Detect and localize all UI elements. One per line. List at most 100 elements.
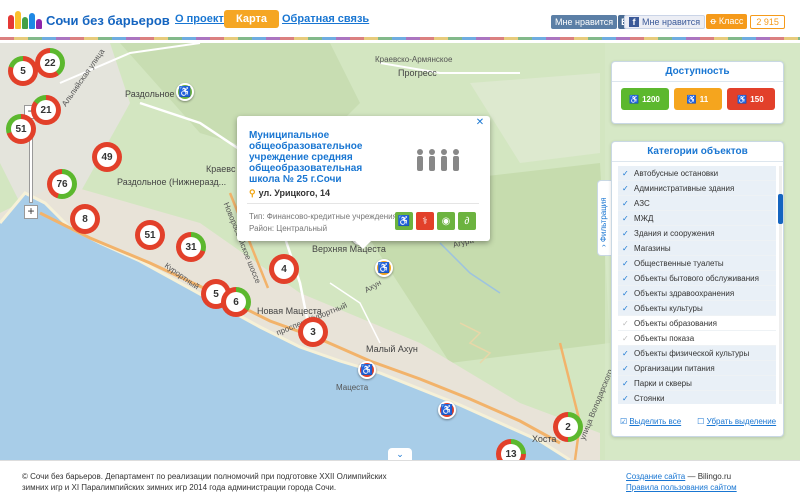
map-label-razdol-niz: Раздольное (Нижнеразд...: [117, 177, 227, 187]
category-item[interactable]: ✓ АЗС: [618, 196, 776, 211]
wheelchair-icon: ♿: [686, 94, 697, 104]
walker-icon: ⚕: [416, 212, 434, 230]
category-item[interactable]: ✓ Организации питания: [618, 361, 776, 376]
access-full-button[interactable]: ♿ 1200: [620, 88, 669, 110]
map-cluster[interactable]: 4: [269, 254, 299, 284]
map-label-matsesta: Мацеста: [336, 383, 369, 392]
ok-class-label: ꝋ Класс: [706, 14, 748, 29]
category-item[interactable]: ✓ Объекты физической культуры: [618, 346, 776, 361]
popup-type: Тип: Финансово-кредитные учреждения: [249, 212, 397, 221]
header-stripe: [0, 37, 800, 40]
map-cluster[interactable]: 51: [6, 114, 36, 144]
category-item[interactable]: ✓ Магазины: [618, 241, 776, 256]
map-cluster[interactable]: 51: [135, 220, 165, 250]
ok-class-button[interactable]: ꝋ Класс 2 915: [706, 14, 785, 29]
map-label-krasnoarm: Краевско-Армянское: [375, 55, 453, 64]
chevron-down-icon[interactable]: ⌄: [388, 448, 412, 460]
access-partial-button[interactable]: ♿ 11: [673, 88, 722, 110]
wheelchair-icon[interactable]: ♿: [358, 361, 376, 379]
wheelchair-icon[interactable]: ♿: [176, 83, 194, 101]
category-item[interactable]: ✓ Объекты бытового обслуживания: [618, 271, 776, 286]
checkbox-icon: ✓: [622, 304, 629, 313]
map-cluster[interactable]: 31: [176, 232, 206, 262]
popup-title[interactable]: Муниципальное общеобразовательное учрежд…: [249, 130, 389, 185]
category-item[interactable]: ✓ Здания и сооружения: [618, 226, 776, 241]
access-panel-title: Доступность: [612, 62, 783, 82]
map-label-verh-matsesta: Верхняя Мацеста: [312, 244, 386, 254]
vk-like-button[interactable]: Мне нравится В: [551, 14, 631, 29]
rules-link[interactable]: Правила пользования сайтом: [626, 483, 737, 492]
nav-about[interactable]: О проекте: [175, 13, 230, 25]
object-photo: [398, 134, 478, 190]
map-cluster[interactable]: 6: [221, 287, 251, 317]
footer-links: Создание сайта — Bilingo.ru Правила поль…: [626, 471, 737, 493]
map-cluster[interactable]: 49: [92, 142, 122, 172]
map-cluster[interactable]: 8: [70, 204, 100, 234]
checkbox-icon: ✓: [622, 244, 629, 253]
categories-panel: Категории объектов ✓ Автобусные остановки…: [611, 141, 784, 437]
logo-text: Сочи без барьеров: [46, 12, 170, 28]
category-item[interactable]: ✓ Объекты культуры: [618, 301, 776, 316]
wheelchair-icon[interactable]: ♿: [375, 259, 393, 277]
popup-district: Район: Центральный: [249, 224, 328, 233]
close-icon[interactable]: ✕: [475, 118, 485, 128]
access-none-button[interactable]: ♿ 150: [726, 88, 775, 110]
category-item[interactable]: ✓ Административные здания: [618, 181, 776, 196]
select-all-link[interactable]: ☑ Выделить все: [620, 417, 681, 426]
scrollbar-thumb[interactable]: [778, 194, 783, 224]
popup-divider: [247, 203, 479, 204]
category-item[interactable]: ✓ Парки и скверы: [618, 376, 776, 391]
map-label-kraev: Краевс: [206, 164, 236, 174]
nav-feedback[interactable]: Обратная связь: [282, 13, 369, 25]
map-cluster[interactable]: 5: [8, 56, 38, 86]
map-cluster[interactable]: 3: [298, 317, 328, 347]
categories-scrollbar[interactable]: [778, 166, 783, 404]
facebook-icon: f: [629, 16, 639, 27]
access-panel: Доступность ♿ 1200 ♿ 11 ♿ 150: [611, 61, 784, 124]
created-by-link[interactable]: Создание сайта: [626, 472, 685, 481]
fb-like-label: f Мне нравится: [624, 14, 706, 29]
popup-tail: [355, 241, 371, 249]
checkbox-icon: ✓: [622, 229, 629, 238]
map-cluster[interactable]: 76: [47, 169, 77, 199]
wheelchair-icon[interactable]: ♿: [438, 401, 456, 419]
category-item[interactable]: ✓ Объекты здравоохранения: [618, 286, 776, 301]
wheelchair-icon: ♿: [395, 212, 413, 230]
checkbox-icon: ☐: [697, 417, 705, 426]
created-by-text: — Bilingo.ru: [687, 472, 732, 481]
site-logo[interactable]: Сочи без барьеров: [8, 8, 170, 32]
category-item[interactable]: ✓ Стоянки: [618, 391, 776, 404]
category-item[interactable]: ✓ Объекты показа: [618, 331, 776, 346]
odnoklassniki-icon: ꝋ: [710, 16, 719, 26]
site-header: Сочи без барьеров О проекте Карта Обратн…: [0, 0, 800, 40]
wheelchair-icon: ♿: [737, 94, 748, 104]
category-item[interactable]: ✓ Общественные туалеты: [618, 256, 776, 271]
checkbox-icon: ✓: [622, 184, 629, 193]
object-popup: ✕ Муниципальное общеобразовательное учре…: [237, 116, 490, 249]
category-item[interactable]: ✓ МЖД: [618, 211, 776, 226]
checkbox-icon: ✓: [622, 214, 629, 223]
zoom-in-button[interactable]: +: [24, 205, 38, 219]
map-cluster[interactable]: 21: [31, 95, 61, 125]
category-item[interactable]: ✓ Автобусные остановки: [618, 166, 776, 181]
map-label-progress: Прогресс: [398, 68, 437, 78]
chevron-right-icon: ›: [599, 242, 608, 247]
filter-tab-label: › Фильтрация: [599, 197, 608, 247]
clear-all-link[interactable]: ☐ Убрать выделение: [697, 417, 776, 426]
location-pin-icon: ⚲: [249, 188, 256, 198]
vk-like-label: Мне нравится: [551, 14, 618, 29]
checkbox-icon: ✓: [622, 274, 629, 283]
map-cluster[interactable]: 2: [553, 412, 583, 442]
map-label-maly-akhun: Малый Ахун: [366, 344, 418, 354]
category-item[interactable]: ✓ Объекты образования: [618, 316, 776, 331]
logo-figures-icon: [8, 11, 42, 29]
categories-panel-title: Категории объектов: [612, 142, 783, 162]
eye-icon: ◉: [437, 212, 455, 230]
filter-tab[interactable]: › Фильтрация: [597, 180, 611, 256]
categories-list: ✓ Автобусные остановки ✓ Административные …: [618, 166, 776, 404]
popup-access-icons: ♿ ⚕ ◉ ∂: [395, 212, 476, 230]
map-cluster[interactable]: 22: [35, 48, 65, 78]
checkbox-icon: ✓: [622, 349, 629, 358]
map-label-khosta: Хоста: [532, 434, 557, 444]
nav-map[interactable]: Карта: [224, 10, 280, 28]
